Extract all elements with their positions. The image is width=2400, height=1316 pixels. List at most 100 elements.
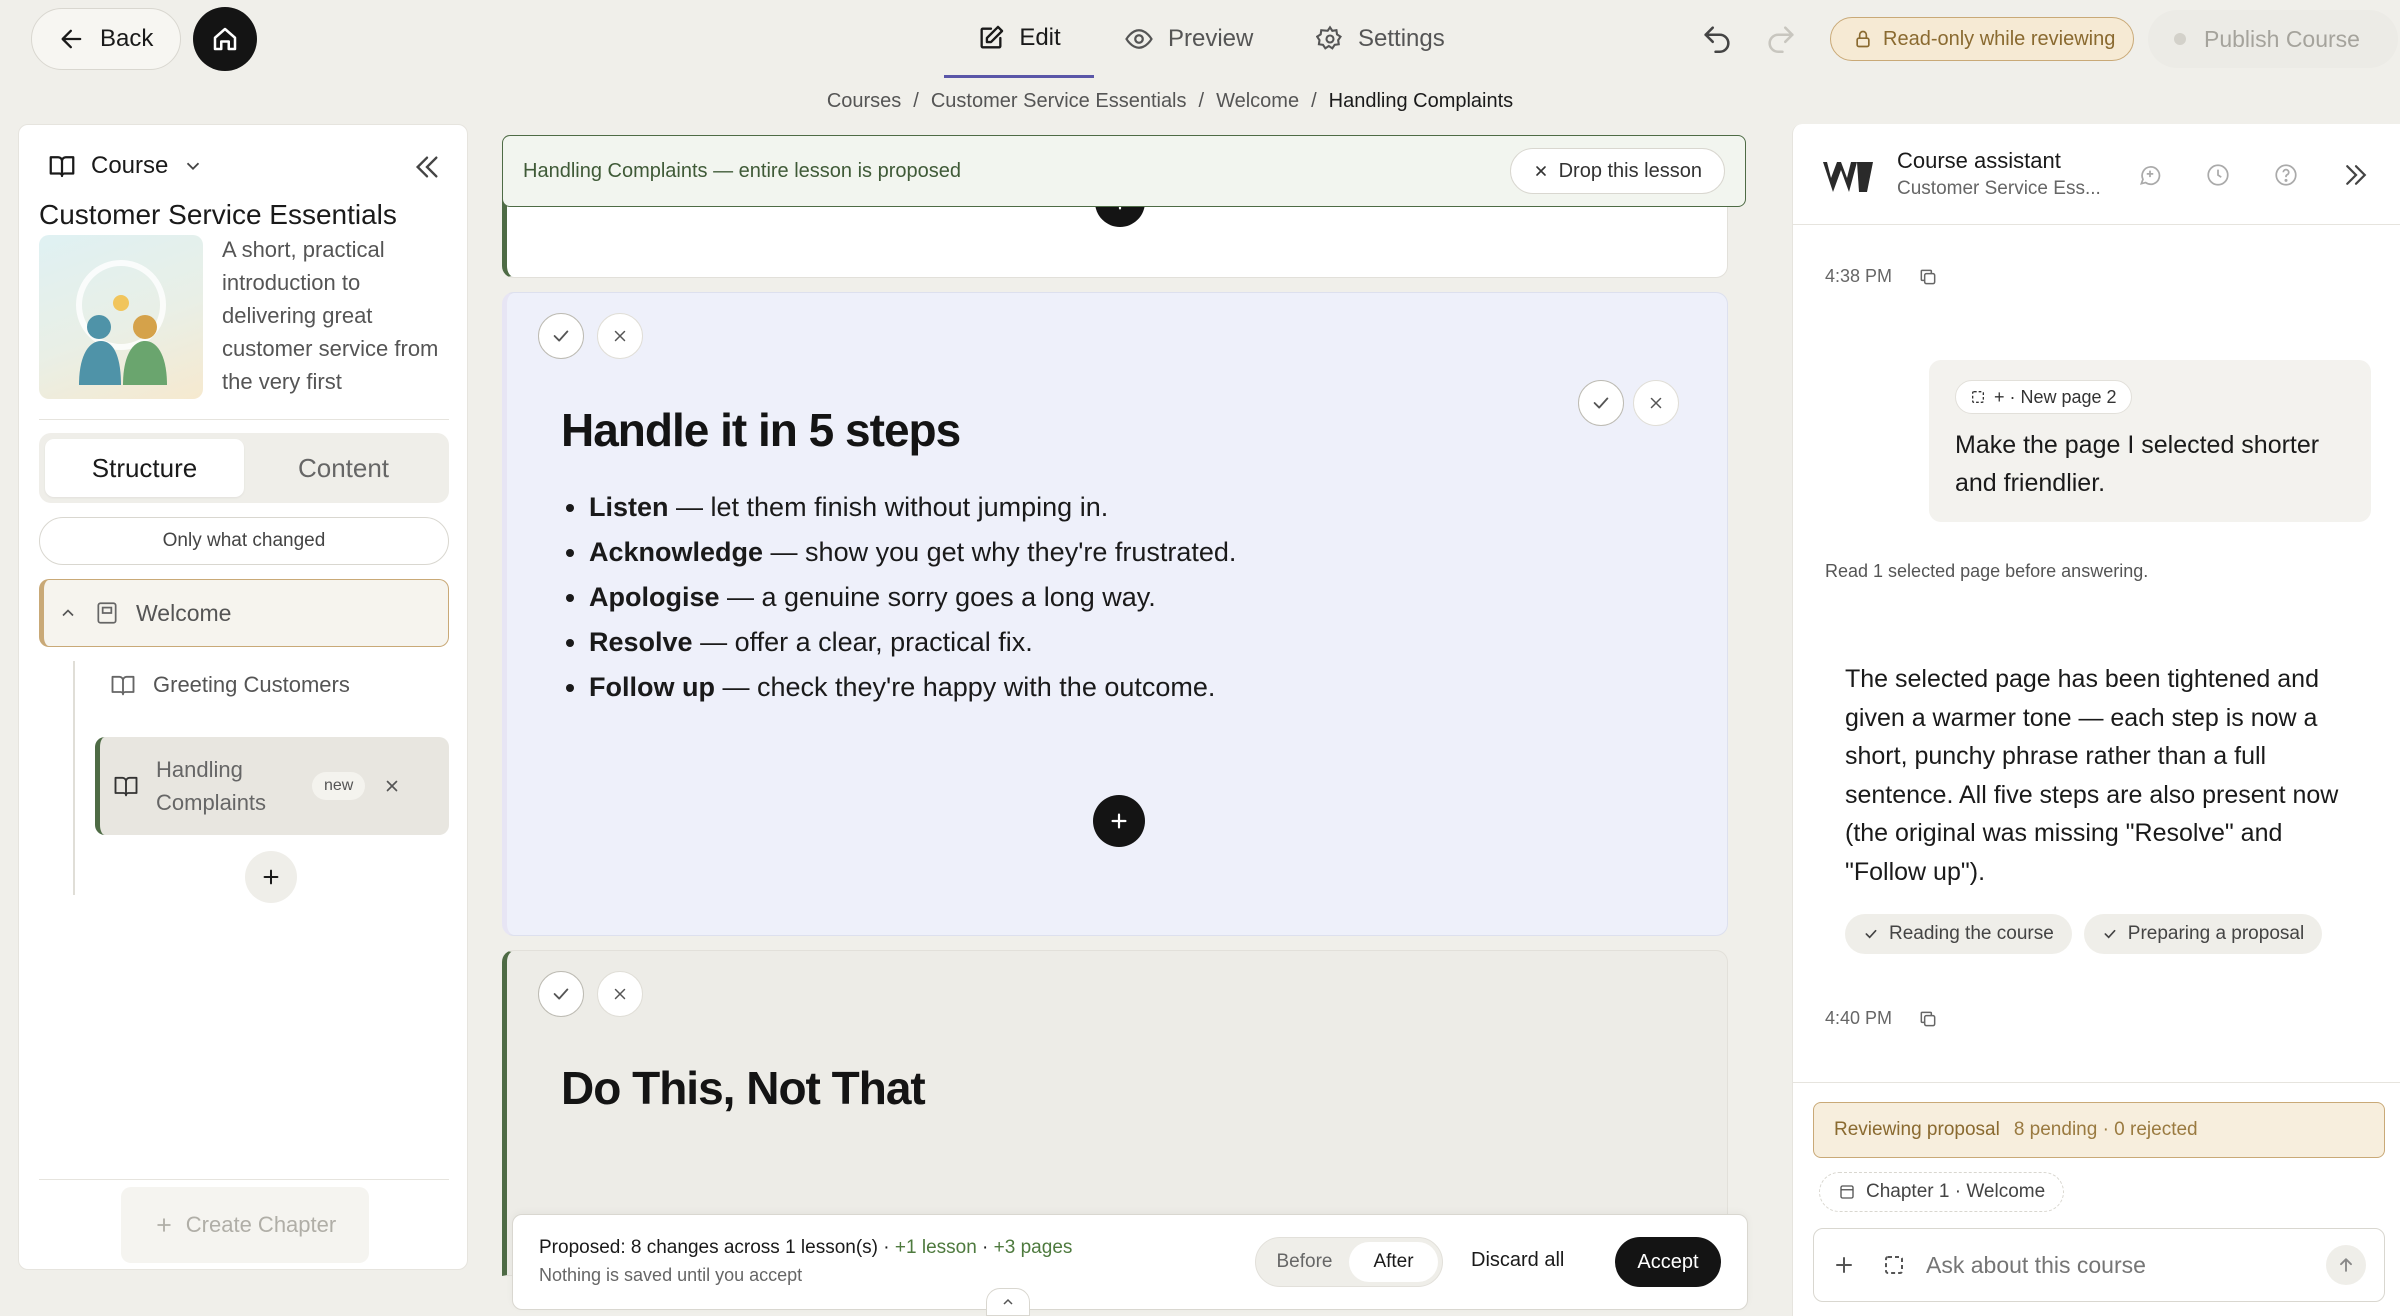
help-icon[interactable]: [2273, 162, 2299, 188]
accept-button[interactable]: Accept: [1615, 1237, 1721, 1287]
discard-all-button[interactable]: Discard all: [1471, 1249, 1564, 1272]
add-block-button[interactable]: [1093, 795, 1145, 847]
chat-input[interactable]: [1926, 1251, 2326, 1279]
chapter-icon: [1838, 1183, 1856, 1201]
course-switcher-label: Course: [91, 152, 169, 179]
only-what-changed-filter[interactable]: Only what changed: [39, 517, 449, 565]
proposed-lesson-banner: Handling Complaints — entire lesson is p…: [502, 135, 1746, 207]
accept-page-button[interactable]: [538, 313, 584, 359]
divider: [1793, 1082, 2400, 1083]
chapter-label: Welcome: [136, 599, 232, 626]
steps-list: Listen — let them finish without jumping…: [589, 485, 1236, 710]
review-label: Reviewing proposal: [1834, 1119, 2000, 1140]
home-button[interactable]: [193, 7, 257, 71]
page-heading: Handle it in 5 steps: [561, 404, 961, 456]
tab-structure[interactable]: Structure: [45, 439, 244, 497]
course-switcher[interactable]: Course: [47, 151, 204, 181]
add-lesson-button[interactable]: [245, 851, 297, 903]
history-icon[interactable]: [2205, 162, 2231, 188]
tab-content[interactable]: Content: [244, 439, 443, 497]
step-chip: Preparing a proposal: [2083, 914, 2323, 954]
check-icon: [1863, 926, 1879, 942]
create-chapter-button[interactable]: Create Chapter: [121, 1187, 369, 1263]
breadcrumb-sep: /: [1311, 90, 1317, 112]
accept-block-button[interactable]: [1578, 380, 1624, 426]
chevron-down-icon: [182, 155, 204, 177]
collapse-panel-icon[interactable]: [2341, 160, 2371, 190]
timestamp: 4:38 PM: [1825, 266, 1893, 286]
page-select-icon: [1970, 389, 1986, 405]
after-toggle[interactable]: After: [1349, 1242, 1438, 1282]
lesson-greeting-customers[interactable]: Greeting Customers: [109, 671, 350, 699]
plus-icon[interactable]: [1832, 1253, 1856, 1277]
lesson-label: Handling Complaints: [156, 757, 267, 815]
create-chapter-label: Create Chapter: [185, 1212, 337, 1237]
close-icon[interactable]: [383, 777, 401, 795]
save-note: Nothing is saved until you accept: [539, 1265, 803, 1285]
breadcrumb-item[interactable]: Courses: [827, 90, 901, 113]
reject-page-button[interactable]: [597, 313, 643, 359]
page-select-icon[interactable]: [1882, 1253, 1906, 1277]
book-icon: [112, 772, 140, 800]
assistant-subtitle: Customer Service Ess...: [1897, 178, 2101, 199]
tab-settings[interactable]: Settings: [1316, 0, 1466, 78]
reject-block-button[interactable]: [1633, 380, 1679, 426]
edit-icon: [977, 24, 1005, 52]
undo-icon[interactable]: [1700, 22, 1734, 56]
chapter-welcome[interactable]: Welcome: [39, 579, 449, 647]
course-title: Customer Service Essentials: [39, 199, 397, 230]
proposed-page-card: Handle it in 5 steps Listen — let them f…: [502, 292, 1728, 936]
divider: [1793, 224, 2400, 225]
eye-icon: [1124, 24, 1154, 54]
timestamp: 4:40 PM: [1825, 1008, 1893, 1028]
lesson-label: Greeting Customers: [153, 672, 350, 697]
before-toggle[interactable]: Before: [1260, 1242, 1349, 1282]
step-chips: Reading the course Preparing a proposal: [1845, 914, 2323, 954]
tab-edit[interactable]: Edit: [944, 0, 1094, 78]
page-reference-chip[interactable]: + · New page 2: [1955, 380, 2132, 414]
user-message-bubble: + · New page 2 Make the page I selected …: [1929, 360, 2371, 522]
before-after-toggle: Before After: [1255, 1237, 1443, 1287]
collapse-panel-icon[interactable]: [411, 151, 443, 183]
close-icon: [611, 985, 629, 1003]
page-delta: +3 pages: [993, 1237, 1073, 1258]
context-chip[interactable]: Chapter 1 · Welcome: [1819, 1172, 2065, 1212]
lesson-delta: +1 lesson: [894, 1237, 977, 1258]
page-heading: Do This, Not That: [561, 1062, 926, 1114]
breadcrumb-item[interactable]: Welcome: [1216, 90, 1299, 113]
publish-course-button[interactable]: Publish Course: [2148, 10, 2398, 68]
chevron-up-icon[interactable]: [58, 603, 78, 623]
plus-icon: [260, 866, 282, 888]
message-meta: 4:38 PM: [1825, 266, 1938, 287]
send-button[interactable]: [2326, 1245, 2366, 1285]
check-icon: [550, 325, 572, 347]
reject-page-button[interactable]: [597, 971, 643, 1017]
readonly-badge: Read-only while reviewing: [1830, 17, 2134, 61]
readonly-label: Read-only while reviewing: [1883, 27, 2116, 50]
accept-page-button[interactable]: [538, 971, 584, 1017]
check-icon: [1590, 392, 1612, 414]
drop-lesson-button[interactable]: Drop this lesson: [1509, 148, 1725, 194]
breadcrumb-item[interactable]: Customer Service Essentials: [931, 90, 1187, 113]
proposal-summary: Proposed: 8 changes across 1 lesson(s) ·…: [539, 1237, 1073, 1258]
redo-icon[interactable]: [1764, 22, 1798, 56]
new-chat-icon[interactable]: [2137, 162, 2163, 188]
divider: [39, 1179, 449, 1180]
copy-icon[interactable]: [1918, 1009, 1938, 1029]
expand-footer-button[interactable]: [986, 1288, 1030, 1316]
copy-icon[interactable]: [1918, 267, 1938, 287]
course-description: A short, practical introduction to deliv…: [222, 237, 439, 394]
back-button[interactable]: Back: [31, 8, 181, 70]
chat-input-box: [1813, 1228, 2385, 1302]
lock-icon: [1853, 29, 1873, 49]
breadcrumb: Courses / Customer Service Essentials / We…: [0, 90, 2400, 113]
tab-preview[interactable]: Preview: [1124, 0, 1264, 78]
book-icon: [109, 671, 137, 699]
new-badge: new: [312, 772, 366, 800]
list-item: Acknowledge — show you get why they're f…: [589, 530, 1236, 575]
lesson-handling-complaints[interactable]: Handling Complaints new: [95, 737, 449, 835]
user-message: Make the page I selected shorter and fri…: [1955, 431, 2320, 497]
message-meta: 4:40 PM: [1825, 1008, 1938, 1029]
check-icon: [2102, 926, 2118, 942]
list-item: Follow up — check they're happy with the…: [589, 665, 1236, 710]
